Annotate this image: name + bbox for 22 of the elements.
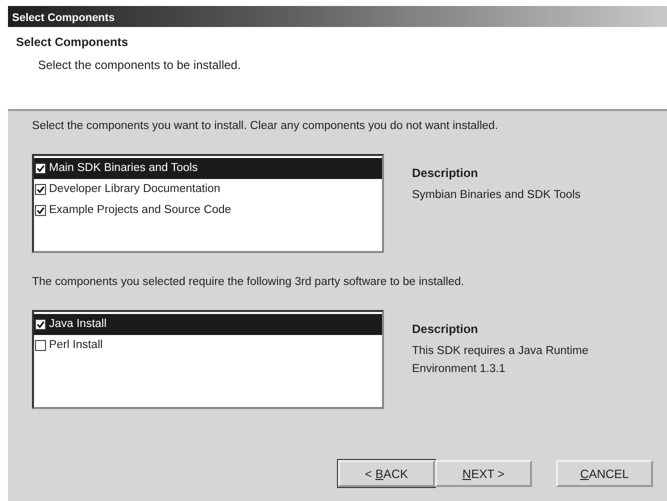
checkbox[interactable] [35, 184, 46, 195]
checkbox[interactable] [35, 163, 46, 174]
description-text: This SDK requires a Java Runtime Environment 1.3.1 [412, 344, 590, 377]
component-item[interactable]: Java Install [34, 314, 382, 335]
description-heading: Description [412, 321, 480, 338]
header-subtitle: Select the components to be installed. [38, 57, 242, 74]
instruction-text: Select the components you want to install. Clear any components you do not want installed. [32, 119, 500, 134]
component-item[interactable]: Main SDK Binaries and Tools [34, 158, 382, 179]
description-heading: Description [412, 165, 480, 182]
wizard-button[interactable]: < BACK [338, 460, 435, 487]
checkbox[interactable] [35, 340, 46, 351]
wizard-button[interactable]: CANCEL [556, 460, 653, 487]
window-title: Select Components [8, 6, 667, 27]
instruction-text: The components you selected require the following 3rd party software to be installed. [32, 275, 466, 290]
header-title: Select Components [16, 34, 130, 51]
component-item[interactable]: Developer Library Documentation [34, 179, 382, 200]
component-item[interactable]: Perl Install [34, 335, 382, 356]
checkbox[interactable] [35, 319, 46, 330]
checkbox[interactable] [35, 205, 46, 216]
description-text: Symbian Binaries and SDK Tools [412, 188, 582, 203]
wizard-button[interactable]: NEXT > [435, 460, 532, 487]
component-item[interactable]: Example Projects and Source Code [34, 200, 382, 221]
